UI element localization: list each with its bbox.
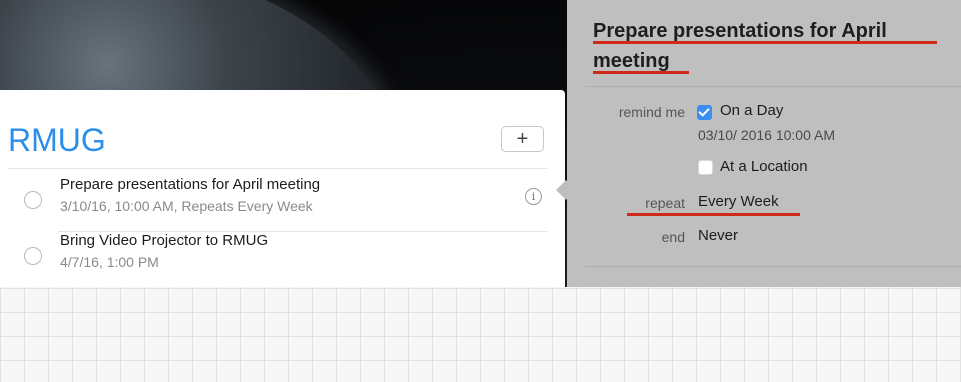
repeat-value[interactable]: Every Week [698,193,779,210]
list-title: RMUG [8,122,106,158]
screenshot-area: RMUG + Prepare presentations for April m… [0,0,961,287]
reminder-subtitle: 3/10/16, 10:00 AM, Repeats Every Week [60,198,313,214]
reminder-subtitle: 4/7/16, 1:00 PM [60,254,159,270]
divider [585,86,961,87]
at-a-location-checkbox[interactable] [698,160,713,175]
reminder-title[interactable]: Bring Video Projector to RMUG [60,232,268,249]
reminder-title[interactable]: Prepare presentations for April meeting [60,176,320,193]
on-a-day-checkbox[interactable] [697,105,712,120]
at-a-location-label[interactable]: At a Location [720,158,808,175]
list-item[interactable]: Prepare presentations for April meeting … [0,176,560,232]
end-label: end [661,229,685,245]
reminders-list-window: RMUG + Prepare presentations for April m… [0,90,565,287]
remind-me-label: remind me [618,104,685,120]
add-reminder-button[interactable]: + [501,126,544,152]
complete-checkbox[interactable] [24,191,42,209]
reminder-detail-popover: Prepare presentations for April meeting … [567,0,961,287]
repeat-label: repeat [645,195,685,211]
list-item[interactable]: Bring Video Projector to RMUG 4/7/16, 1:… [0,232,560,287]
annotation-underline [627,213,800,216]
info-icon[interactable]: i [525,188,542,205]
divider [585,266,961,267]
annotation-underline [593,41,937,44]
annotation-underline [593,71,689,74]
end-value[interactable]: Never [698,227,738,244]
on-a-day-label[interactable]: On a Day [720,102,783,119]
detail-title[interactable]: Prepare presentations for April meeting [593,16,953,76]
complete-checkbox[interactable] [24,247,42,265]
divider [8,168,548,169]
date-time-field[interactable]: 03/10/ 2016 10:00 AM [698,127,835,143]
